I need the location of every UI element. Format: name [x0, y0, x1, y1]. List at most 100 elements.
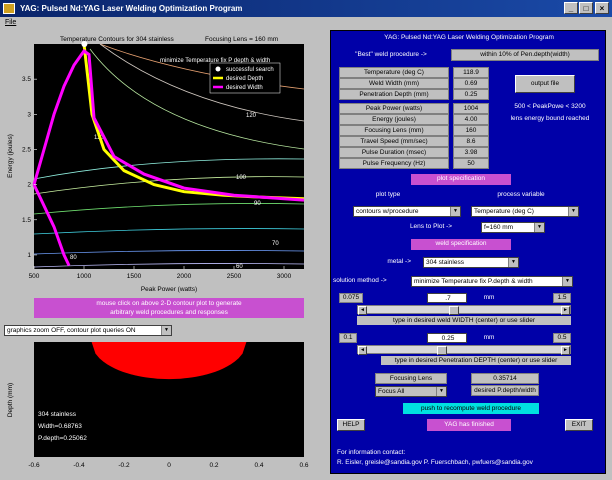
- plot-specification-header: plot specification: [411, 174, 511, 185]
- depth-axis-label: Depth (mm): [7, 383, 14, 417]
- contact-title: For information contact:: [337, 449, 406, 456]
- energy-bound-text: lens energy bound reached: [510, 115, 590, 122]
- param-label-lens: Focusing Lens (mm): [339, 125, 449, 136]
- within-tolerance-label: within 10% of Pen.depth(width): [451, 49, 599, 61]
- graphics-zoom-select[interactable]: graphics zoom OFF, contour plot queries …: [4, 325, 172, 336]
- width-unit: mm: [483, 294, 495, 301]
- recompute-button[interactable]: push to recompute weld procedure: [403, 403, 539, 414]
- x-tick-label: 3000: [277, 273, 292, 280]
- result-value-depth: 0.25: [453, 89, 489, 100]
- profile-x-ticks: -0.6 -0.4 -0.2 0 0.2 0.4 0.6: [28, 462, 308, 469]
- profile-tick-label: 0: [167, 462, 171, 469]
- focus-value: Focus All: [378, 388, 405, 395]
- width-input[interactable]: .7: [427, 293, 467, 303]
- legend-width: desired Width: [226, 85, 263, 91]
- depth-unit: mm: [483, 334, 495, 341]
- mouse-note-line2: arbitrary weld procedures and responses: [110, 309, 228, 316]
- width-slider-thumb[interactable]: [448, 306, 459, 315]
- chevron-down-icon[interactable]: ▼: [161, 326, 171, 335]
- chevron-down-icon[interactable]: ▼: [436, 387, 446, 396]
- lens-to-plot-value: f=160 mm: [484, 224, 514, 231]
- width-max-value: 1.5: [553, 293, 571, 303]
- profile-tick-label: 0.4: [254, 462, 263, 469]
- focus-select[interactable]: Focus All ▼: [375, 386, 447, 397]
- weld-specification-header: weld specification: [411, 239, 511, 250]
- depth-max-value: 0.5: [553, 333, 571, 343]
- successful-search-marker: [81, 41, 88, 47]
- profile-width: Width=0.68763: [38, 423, 82, 430]
- window-title-bar[interactable]: YAG: Pulsed Nd:YAG Laser Welding Optimiz…: [0, 0, 612, 17]
- width-min-value: 0.075: [339, 293, 363, 303]
- lens-to-plot-select[interactable]: f=160 mm ▼: [481, 222, 545, 233]
- x-tick-label: 2000: [177, 273, 192, 280]
- process-variable-select[interactable]: Temperature (deg C) ▼: [471, 206, 579, 217]
- output-file-button[interactable]: output file: [515, 75, 575, 93]
- lens-to-plot-label: Lens to Plot ->: [409, 223, 453, 230]
- mouse-click-note: mouse click on above 2-D contour plot to…: [34, 298, 304, 318]
- param-label-frequency: Pulse Frequency (Hz): [339, 158, 449, 169]
- menu-bar: File: [0, 17, 612, 29]
- depth-slider[interactable]: ◄ ►: [357, 345, 571, 355]
- width-slider[interactable]: ◄ ►: [357, 305, 571, 315]
- slider-right-arrow-icon[interactable]: ►: [561, 346, 570, 355]
- slider-left-arrow-icon[interactable]: ◄: [358, 346, 367, 355]
- chevron-down-icon[interactable]: ▼: [562, 277, 572, 286]
- svg-text:120: 120: [246, 113, 257, 119]
- param-label-speed: Travel Speed (mm/sec): [339, 136, 449, 147]
- minimize-button[interactable]: _: [564, 2, 578, 14]
- depth-slider-caption: type in desired Penetration DEPTH (cente…: [381, 356, 571, 365]
- param-label-energy: Energy (joules): [339, 114, 449, 125]
- x-tick-label: 1500: [127, 273, 142, 280]
- exit-button[interactable]: EXIT: [565, 419, 593, 431]
- ratio-value: 0.35714: [471, 373, 539, 384]
- profile-tick-label: 0.6: [299, 462, 308, 469]
- chevron-down-icon[interactable]: ▼: [450, 207, 460, 216]
- width-input-value: .7: [445, 295, 451, 302]
- svg-text:90: 90: [254, 201, 261, 207]
- param-value-power: 1004: [453, 103, 489, 114]
- best-procedure-label: "Best" weld procedure ->: [355, 51, 427, 58]
- close-button[interactable]: ×: [595, 2, 609, 14]
- help-button[interactable]: HELP: [337, 419, 365, 431]
- solution-method-select[interactable]: minimize Temperature fix P.depth & width…: [411, 276, 573, 287]
- plot-type-select[interactable]: contours w/procedure ▼: [353, 206, 461, 217]
- width-slider-caption: type in desired weld WIDTH (center) or u…: [357, 316, 571, 325]
- plot-title: Temperature Contours for 304 stainless: [60, 36, 175, 43]
- status-message: YAG has finished: [427, 419, 511, 431]
- control-panel: YAG: Pulsed Nd:YAG Laser Welding Optimiz…: [330, 30, 606, 474]
- chevron-down-icon[interactable]: ▼: [508, 258, 518, 267]
- x-tick-label: 500: [29, 273, 40, 280]
- svg-text:100: 100: [236, 175, 247, 181]
- weld-profile-plot[interactable]: Depth (mm) -0.6 -0.4 -0.2 0 0.2 0.4 0.6 304 st…: [0, 340, 325, 474]
- profile-depth: P.depth=0.25062: [38, 435, 87, 442]
- plot-lens-title: Focusing Lens = 160 mm: [205, 36, 278, 43]
- param-value-frequency: 50: [453, 158, 489, 169]
- process-variable-label: process variable: [497, 191, 545, 198]
- legend-search: successful search: [226, 67, 274, 73]
- window-title: YAG: Pulsed Nd:YAG Laser Welding Optimiz…: [20, 4, 243, 13]
- x-tick-label: 1000: [77, 273, 92, 280]
- metal-select[interactable]: 304 stainless ▼: [423, 257, 519, 268]
- legend: successful search desired Depth desired …: [209, 62, 281, 94]
- profile-tick-label: 0.2: [209, 462, 218, 469]
- legend-depth: desired Depth: [226, 76, 263, 82]
- chevron-down-icon[interactable]: ▼: [534, 223, 544, 232]
- contour-plot[interactable]: Temperature Contours for 304 stainless F…: [0, 29, 325, 297]
- depth-slider-thumb[interactable]: [437, 346, 447, 355]
- solution-method-label: solution method ->: [333, 277, 387, 284]
- depth-input[interactable]: 0.25: [427, 333, 467, 343]
- chevron-down-icon[interactable]: ▼: [568, 207, 578, 216]
- result-label-depth: Penetration Depth (mm): [339, 89, 449, 100]
- menu-file[interactable]: File: [5, 19, 16, 26]
- y-tick-label: 2: [27, 182, 31, 189]
- app-icon[interactable]: [3, 3, 15, 14]
- param-value-speed: 8.6: [453, 136, 489, 147]
- mouse-note-line1: mouse click on above 2-D contour plot to…: [96, 300, 242, 307]
- contact-info: R. Eisler, greisle@sandia.gov P. Fuersch…: [337, 459, 533, 466]
- slider-left-arrow-icon[interactable]: ◄: [358, 306, 367, 315]
- slider-right-arrow-icon[interactable]: ►: [561, 306, 570, 315]
- maximize-button[interactable]: □: [579, 2, 593, 14]
- legend-marker-search: [215, 66, 221, 72]
- result-value-temperature: 118.9: [453, 67, 489, 78]
- plot-type-value: contours w/procedure: [356, 208, 419, 215]
